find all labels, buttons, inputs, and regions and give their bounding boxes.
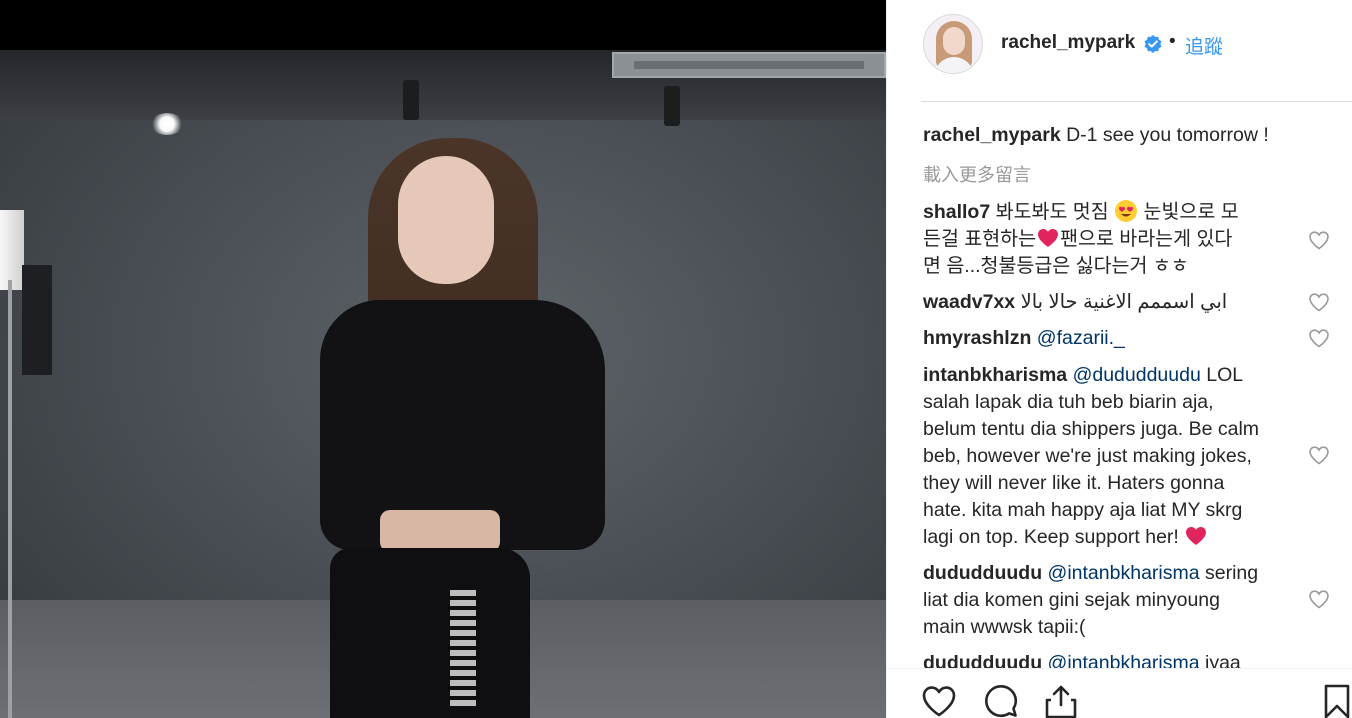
- heart-eyes-emoji-icon: [1115, 200, 1138, 222]
- comment-line: 든걸 표현하는 팬으로 바라는게 있다: [923, 226, 1232, 253]
- comment-line: they will never like it. Haters gonna: [923, 472, 1225, 494]
- like-comment-heart-icon[interactable]: [1307, 326, 1331, 350]
- ceiling-fixture: [403, 80, 419, 120]
- comment-line: belum tentu dia shippers juga. Be calm: [923, 418, 1260, 440]
- comment-text: 든걸 표현하는: [923, 228, 1037, 250]
- header-username[interactable]: rachel_mypark: [1001, 32, 1135, 54]
- like-heart-icon[interactable]: [921, 683, 957, 718]
- comment-username[interactable]: intanbkharisma: [923, 364, 1067, 386]
- caption-text: D-1 see you tomorrow !: [1066, 124, 1269, 146]
- comment-line: 면 음...청불등급은 싫다는거 ㅎㅎ: [923, 253, 1189, 280]
- red-heart-emoji-icon: [1186, 527, 1207, 545]
- like-comment-heart-icon[interactable]: [1307, 290, 1331, 314]
- dancer-face: [398, 156, 494, 284]
- video-player[interactable]: [0, 0, 886, 718]
- comment-line: dududduudu @intanbkharisma iyaa: [923, 650, 1241, 668]
- comment-username[interactable]: dududduudu: [923, 562, 1042, 584]
- comment-text: 봐도봐도 멋짐: [995, 201, 1109, 223]
- ceiling-fixture: [664, 86, 680, 126]
- header-separator: •: [1169, 31, 1176, 52]
- light-stand-head: [22, 265, 52, 375]
- dancer-midriff: [380, 510, 500, 552]
- like-comment-heart-icon[interactable]: [1307, 587, 1331, 611]
- follow-button[interactable]: 追蹤: [1185, 32, 1223, 59]
- ceiling-vent: [612, 52, 886, 78]
- avatar[interactable]: [923, 14, 983, 74]
- comment-line: waadv7xx ابي اسممم الاغنية حالا بالا: [923, 289, 1227, 316]
- bookmark-icon[interactable]: [1319, 683, 1352, 718]
- video-letterbox: [0, 0, 886, 50]
- like-comment-heart-icon[interactable]: [1307, 228, 1331, 252]
- comment-mention[interactable]: @fazarii._: [1037, 327, 1125, 349]
- red-heart-emoji-icon: [1038, 229, 1059, 247]
- like-comment-heart-icon[interactable]: [1307, 443, 1331, 467]
- comment-line: liat dia komen gini sejak minyoung: [923, 589, 1220, 611]
- comment-text: LOL: [1206, 364, 1244, 386]
- studio-softbox-light: [0, 210, 24, 290]
- light-stand: [8, 280, 12, 718]
- comment-username[interactable]: dududduudu: [923, 652, 1042, 668]
- caption-username[interactable]: rachel_mypark: [923, 124, 1061, 146]
- comment-text: iyaa: [1205, 652, 1241, 668]
- dancer-pants: [330, 548, 530, 718]
- comment-username[interactable]: waadv7xx: [923, 291, 1015, 313]
- comment-text: lagi on top. Keep support her!: [923, 526, 1179, 548]
- comments-list[interactable]: rachel_mypark D-1 see you tomorrow ! 載入更…: [887, 102, 1352, 668]
- comment-line: hmyrashlzn @fazarii._: [923, 325, 1125, 352]
- post-sidebar: rachel_mypark • 追蹤 rachel_mypark D-1 see…: [886, 0, 1352, 718]
- comment-bubble-icon[interactable]: [983, 683, 1019, 718]
- comment-mention[interactable]: @dududduudu: [1073, 364, 1201, 386]
- comment-line: hate. kita mah happy aja liat MY skrg: [923, 499, 1243, 521]
- comment-text: 팬으로 바라는게 있다: [1060, 228, 1233, 250]
- comment-line: beb, however we're just making jokes,: [923, 445, 1252, 467]
- comment-line: shallo7 봐도봐도 멋짐 눈빛으로 모: [923, 199, 1239, 226]
- comment-username[interactable]: shallo7: [923, 201, 990, 223]
- comment-line: main wwwsk tapii:(: [923, 616, 1086, 638]
- comment-mention[interactable]: @intanbkharisma: [1048, 652, 1200, 668]
- post-action-bar: [887, 668, 1352, 718]
- load-more-comments-button[interactable]: 載入更多留言: [923, 162, 1031, 189]
- comment-line: lagi on top. Keep support her!: [923, 524, 1208, 551]
- comment-line: salah lapak dia tuh beb biarin aja,: [923, 391, 1214, 413]
- comment-line: intanbkharisma @dududduudu LOL: [923, 362, 1243, 389]
- verified-badge-icon: [1144, 35, 1162, 53]
- comment-username[interactable]: hmyrashlzn: [923, 327, 1031, 349]
- caption: rachel_mypark D-1 see you tomorrow !: [923, 122, 1269, 149]
- comment-text: sering: [1205, 562, 1259, 584]
- pants-print: [450, 590, 476, 710]
- ceiling-light: [150, 113, 184, 135]
- comment-text: ابي اسممم الاغنية حالا بالا: [1020, 291, 1228, 313]
- comment-text: 눈빛으로 모: [1143, 201, 1239, 223]
- comment-text: 면 음...청불등급은 싫다는거 ㅎㅎ: [923, 255, 1189, 277]
- post-header: rachel_mypark • 追蹤: [887, 0, 1352, 102]
- comment-line: dududduudu @intanbkharisma sering: [923, 560, 1258, 587]
- share-icon[interactable]: [1043, 683, 1079, 718]
- comment-mention[interactable]: @intanbkharisma: [1048, 562, 1200, 584]
- avatar-face: [943, 27, 965, 55]
